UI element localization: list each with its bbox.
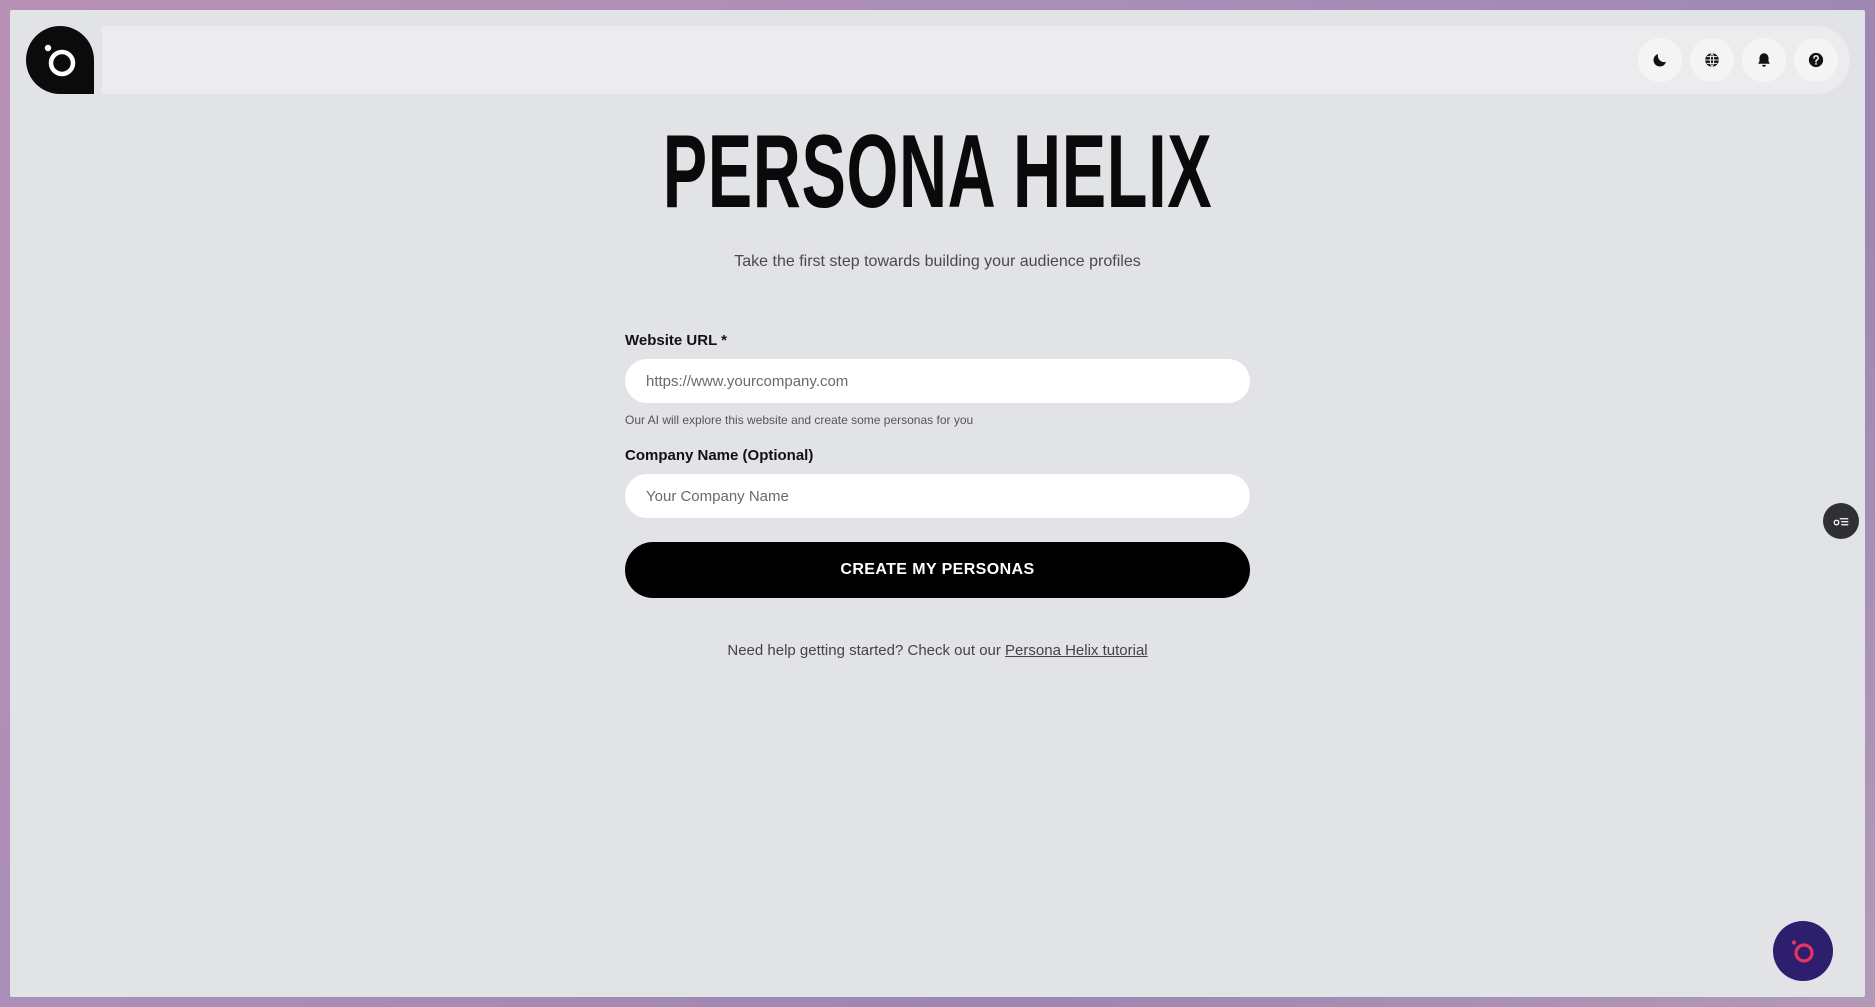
tutorial-link[interactable]: Persona Helix tutorial: [1005, 642, 1148, 659]
help-button[interactable]: [1794, 38, 1838, 82]
company-name-input[interactable]: [625, 474, 1250, 518]
help-note: Need help getting started? Check out our…: [10, 642, 1865, 659]
company-name-label: Company Name (Optional): [625, 447, 814, 464]
chat-icon: [1791, 940, 1814, 963]
logo-icon: [44, 44, 76, 77]
help-icon: [1808, 52, 1824, 68]
logo[interactable]: [26, 26, 94, 94]
bell-icon: [1758, 53, 1770, 67]
create-personas-button[interactable]: CREATE MY PERSONAS: [625, 542, 1250, 598]
notifications-button[interactable]: [1742, 38, 1786, 82]
globe-icon: [1705, 52, 1719, 68]
app-frame: PERSONA HELIX Take the first step toward…: [10, 10, 1865, 997]
list-settings-icon: [1833, 518, 1849, 526]
page-subtitle: Take the first step towards building you…: [734, 253, 1141, 270]
top-bar: [102, 26, 1850, 94]
theme-toggle-button[interactable]: [1638, 38, 1682, 82]
help-note-text: Need help getting started? Check out our: [727, 642, 1001, 659]
language-button[interactable]: [1690, 38, 1734, 82]
top-bar-actions: [1638, 38, 1838, 82]
side-panel-toggle-button[interactable]: [1823, 503, 1859, 539]
persona-form: Website URL * Our AI will explore this w…: [625, 332, 1250, 598]
moon-icon: [1653, 54, 1666, 67]
page-title: PERSONA HELIX: [662, 114, 1213, 230]
chat-launcher-button[interactable]: [1773, 921, 1833, 981]
website-url-input[interactable]: [625, 359, 1250, 403]
website-url-label: Website URL *: [625, 332, 727, 349]
website-url-help-text: Our AI will explore this website and cre…: [625, 413, 974, 427]
